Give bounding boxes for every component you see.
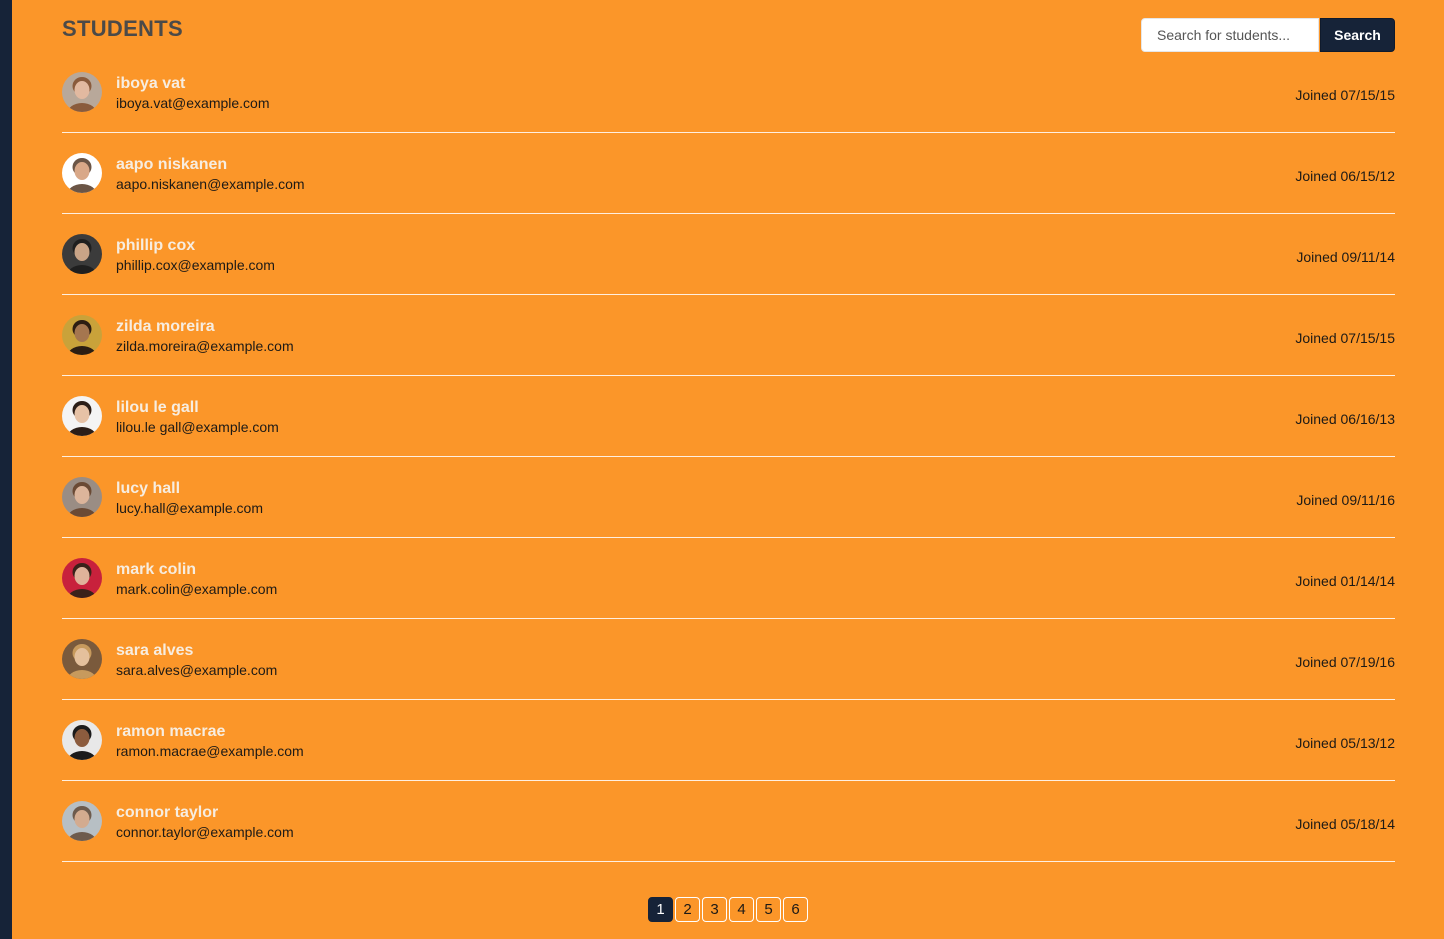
pagination-item: 6 xyxy=(783,897,810,922)
student-email: mark.colin@example.com xyxy=(116,581,278,597)
pagination-item: 1 xyxy=(648,897,675,922)
avatar xyxy=(62,801,102,841)
search-button[interactable]: Search xyxy=(1320,18,1395,52)
student-item: lilou le gall lilou.le gall@example.com Jo… xyxy=(62,376,1395,457)
student-search: Search xyxy=(1141,18,1395,52)
avatar xyxy=(62,639,102,679)
student-item: sara alves sara.alves@example.com Joined 0… xyxy=(62,619,1395,700)
pagination-item: 5 xyxy=(756,897,783,922)
student-name: connor taylor xyxy=(116,804,219,821)
page-link-2[interactable]: 2 xyxy=(675,897,700,922)
avatar xyxy=(62,234,102,274)
page-link-4[interactable]: 4 xyxy=(729,897,754,922)
joined-date: Joined 09/11/14 xyxy=(1296,249,1395,265)
student-email: aapo.niskanen@example.com xyxy=(116,176,305,192)
page-link-6[interactable]: 6 xyxy=(783,897,808,922)
search-input[interactable] xyxy=(1141,18,1319,52)
student-item: phillip cox phillip.cox@example.com Joined… xyxy=(62,214,1395,295)
student-item: mark colin mark.colin@example.com Joined 0… xyxy=(62,538,1395,619)
student-email: connor.taylor@example.com xyxy=(116,824,294,840)
joined-date: Joined 06/15/12 xyxy=(1295,168,1395,184)
pagination-item: 3 xyxy=(702,897,729,922)
joined-date: Joined 07/15/15 xyxy=(1295,87,1395,103)
student-name: lilou le gall xyxy=(116,399,199,416)
student-email: ramon.macrae@example.com xyxy=(116,743,304,759)
student-name: aapo niskanen xyxy=(116,156,228,173)
avatar xyxy=(62,396,102,436)
avatar xyxy=(62,315,102,355)
page-link-1[interactable]: 1 xyxy=(648,897,673,922)
student-email: lilou.le gall@example.com xyxy=(116,419,279,435)
student-name: mark colin xyxy=(116,561,197,578)
joined-date: Joined 06/16/13 xyxy=(1295,411,1395,427)
student-name: iboya vat xyxy=(116,75,186,92)
joined-date: Joined 09/11/16 xyxy=(1296,492,1395,508)
avatar xyxy=(62,153,102,193)
joined-date: Joined 05/18/14 xyxy=(1295,816,1395,832)
student-item: zilda moreira zilda.moreira@example.com Jo… xyxy=(62,295,1395,376)
student-item: aapo niskanen aapo.niskanen@example.com Jo… xyxy=(62,133,1395,214)
student-name: phillip cox xyxy=(116,237,196,254)
student-email: phillip.cox@example.com xyxy=(116,257,275,273)
student-email: sara.alves@example.com xyxy=(116,662,278,678)
student-item: ramon macrae ramon.macrae@example.com Join… xyxy=(62,700,1395,781)
student-email: zilda.moreira@example.com xyxy=(116,338,294,354)
student-item: lucy hall lucy.hall@example.com Joined 09/… xyxy=(62,457,1395,538)
pagination-item: 4 xyxy=(729,897,756,922)
pagination: 123456 xyxy=(648,897,810,922)
sidebar-edge xyxy=(0,0,12,939)
avatar xyxy=(62,558,102,598)
student-item: connor taylor connor.taylor@example.com Jo… xyxy=(62,781,1395,862)
student-name: sara alves xyxy=(116,642,194,659)
student-name: lucy hall xyxy=(116,480,181,497)
student-name: zilda moreira xyxy=(116,318,215,335)
page-link-5[interactable]: 5 xyxy=(756,897,781,922)
avatar xyxy=(62,72,102,112)
student-email: lucy.hall@example.com xyxy=(116,500,264,516)
student-email: iboya.vat@example.com xyxy=(116,95,270,111)
avatar xyxy=(62,477,102,517)
student-item: iboya vat iboya.vat@example.com Joined 07/… xyxy=(62,52,1395,133)
pagination-item: 2 xyxy=(675,897,702,922)
student-name: ramon macrae xyxy=(116,723,226,740)
joined-date: Joined 07/15/15 xyxy=(1295,330,1395,346)
joined-date: Joined 01/14/14 xyxy=(1295,573,1395,589)
page-title: STUDENTS xyxy=(62,16,183,41)
avatar xyxy=(62,720,102,760)
joined-date: Joined 05/13/12 xyxy=(1295,735,1395,751)
joined-date: Joined 07/19/16 xyxy=(1295,654,1395,670)
page-link-3[interactable]: 3 xyxy=(702,897,727,922)
student-list: iboya vat iboya.vat@example.com Joined 07/… xyxy=(62,52,1395,862)
